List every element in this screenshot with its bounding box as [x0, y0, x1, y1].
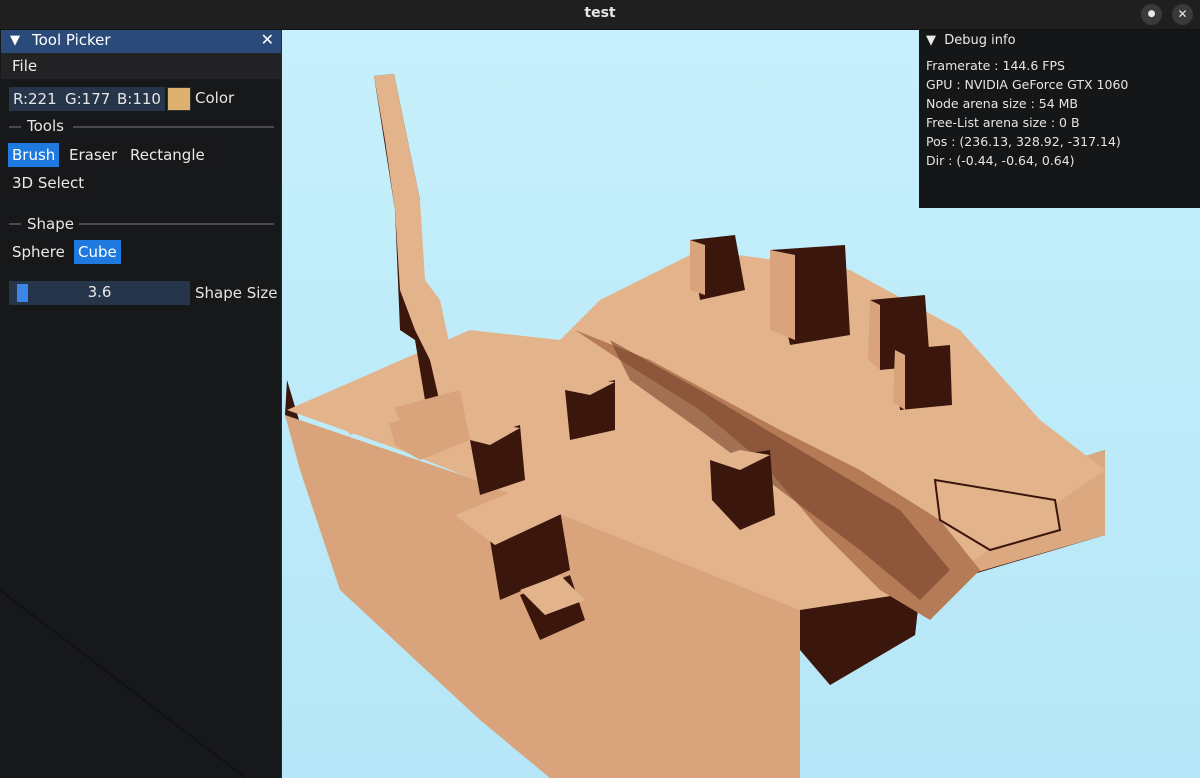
3d-select-button[interactable]: 3D Select: [8, 171, 89, 195]
window-title: test: [584, 5, 616, 21]
debug-title: Debug info: [944, 33, 1016, 48]
shape-header: Shape: [27, 215, 74, 233]
collapse-arrow-icon[interactable]: ▼: [10, 33, 20, 48]
debug-collapse-glyph: ▼: [926, 33, 936, 48]
color-g-field[interactable]: G:177: [61, 87, 115, 111]
gpu-text: GPU : NVIDIA GeForce GTX 1060: [926, 77, 1129, 92]
position-text: Pos : (236.13, 328.92, -317.14): [926, 134, 1121, 149]
cube-right-2-lit: [770, 250, 795, 340]
cube-right-1-lit: [690, 240, 705, 295]
minimize-button[interactable]: ●: [1141, 4, 1162, 25]
window-titlebar[interactable]: test ● ✕: [0, 0, 1200, 30]
debug-collapse-arrow-icon[interactable]: ▼ Debug info: [926, 33, 1016, 48]
color-b-field[interactable]: B:110: [113, 87, 165, 111]
menu-file[interactable]: File: [12, 57, 37, 75]
tool-picker-header[interactable]: ▼ Tool Picker ✕: [1, 30, 281, 53]
node-arena-text: Node arena size : 54 MB: [926, 96, 1079, 111]
direction-text: Dir : (-0.44, -0.64, 0.64): [926, 153, 1075, 168]
sphere-button[interactable]: Sphere: [8, 240, 69, 264]
cube-right-3-lit: [868, 300, 880, 370]
shape-size-slider[interactable]: 3.6: [9, 281, 190, 305]
close-icon[interactable]: ✕: [261, 30, 274, 49]
cube-button[interactable]: Cube: [74, 240, 121, 264]
close-window-button[interactable]: ✕: [1172, 4, 1193, 25]
tools-divider-left: [9, 126, 21, 128]
rectangle-button[interactable]: Rectangle: [126, 143, 209, 167]
shape-size-label: Shape Size: [195, 284, 278, 302]
tool-picker-title: Tool Picker: [32, 31, 111, 49]
shape-divider-right: [79, 223, 274, 225]
eraser-button[interactable]: Eraser: [65, 143, 122, 167]
brush-button[interactable]: Brush: [8, 143, 60, 167]
color-label: Color: [195, 89, 235, 107]
tools-divider-right: [73, 126, 274, 128]
debug-info-panel: ▼ Debug info Framerate : 144.6 FPS GPU :…: [919, 30, 1200, 208]
color-swatch[interactable]: [167, 87, 191, 111]
color-r-field[interactable]: R:221: [9, 87, 61, 111]
menu-bar: File: [1, 53, 281, 79]
tool-picker-panel: ▼ Tool Picker ✕ File R:221 G:177 B:110 C…: [0, 30, 282, 778]
free-list-arena-text: Free-List arena size : 0 B: [926, 115, 1080, 130]
framerate-text: Framerate : 144.6 FPS: [926, 58, 1065, 73]
tools-header: Tools: [27, 117, 64, 135]
shape-size-value: 3.6: [87, 283, 112, 301]
cube-right-4-lit: [893, 350, 905, 410]
app-window: test ● ✕ ▼ Tool Picker ✕ File R:221 G:17…: [0, 0, 1200, 778]
shape-divider-left: [9, 223, 21, 225]
